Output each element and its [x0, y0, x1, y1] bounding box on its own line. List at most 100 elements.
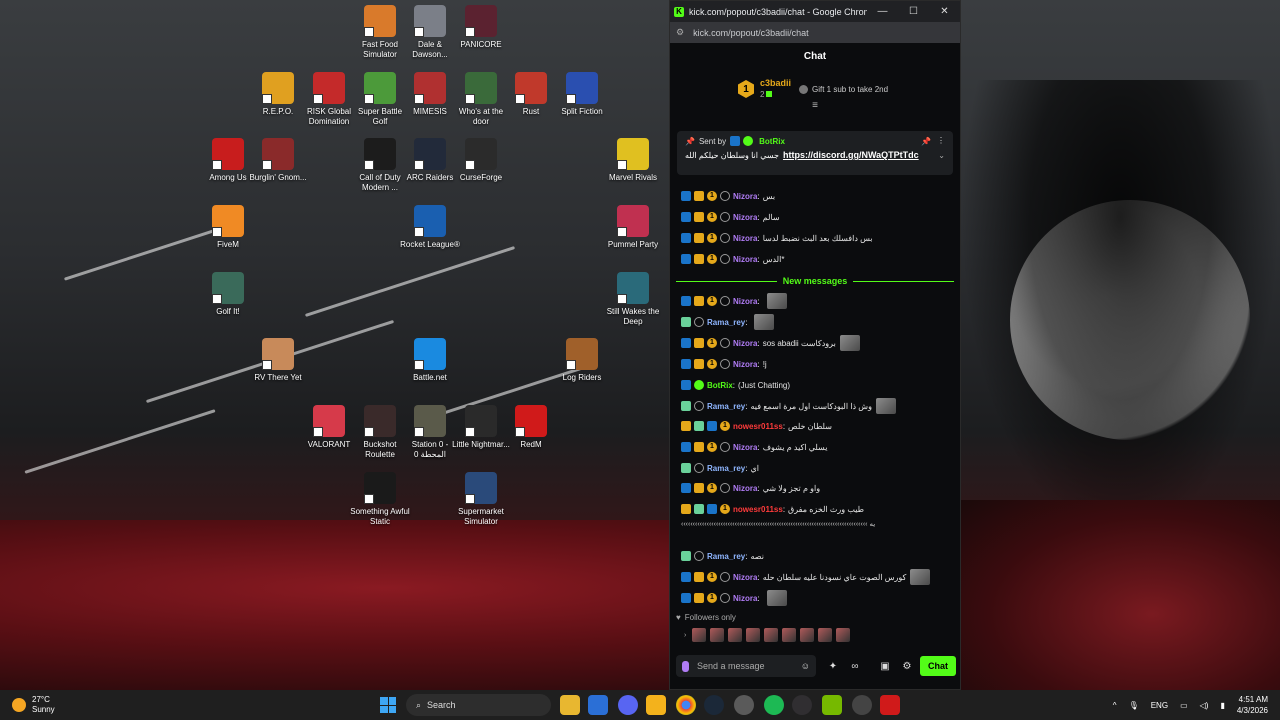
- network-icon[interactable]: ▭: [1180, 701, 1188, 710]
- chat-message: Rama_rey:: [681, 314, 775, 330]
- weather-widget[interactable]: 27°C Sunny: [12, 695, 55, 715]
- battery-icon[interactable]: ▮: [1220, 701, 1224, 710]
- username[interactable]: Rama_rey: [707, 464, 745, 473]
- send-chat-button[interactable]: Chat: [920, 656, 956, 676]
- volume-icon[interactable]: ◁): [1200, 701, 1209, 710]
- chevron-down-icon[interactable]: ⌄: [938, 151, 945, 160]
- discord-icon[interactable]: [618, 695, 638, 715]
- emoji-icon[interactable]: ☺: [801, 661, 810, 671]
- username[interactable]: nowesr011ss: [733, 422, 783, 431]
- quick-emote[interactable]: [746, 628, 761, 642]
- quick-emote[interactable]: [710, 628, 725, 642]
- badge-icon: 1: [707, 212, 717, 222]
- settings-app-icon[interactable]: [734, 695, 754, 715]
- mic-tray-icon[interactable]: 🎙: [1129, 701, 1139, 710]
- gift-sub-prompt[interactable]: Gift 1 sub to take 2nd: [799, 84, 888, 94]
- badge-icon: [720, 572, 730, 582]
- desktop-icon[interactable]: Marvel Rivals: [603, 138, 663, 183]
- desktop-icon-label: Among Us: [209, 173, 247, 182]
- steam-icon[interactable]: [704, 695, 724, 715]
- username[interactable]: Rama_rey: [707, 552, 745, 561]
- collapse-handle-icon[interactable]: ≡: [670, 101, 960, 111]
- mic-icon[interactable]: [682, 660, 689, 672]
- top-gifter[interactable]: c3badii 2: [760, 78, 791, 100]
- username[interactable]: Rama_rey: [707, 318, 745, 327]
- desktop-icon[interactable]: Split Fiction: [552, 72, 612, 117]
- crown-icon: [694, 212, 704, 222]
- chevron-up-icon[interactable]: ^: [1113, 701, 1117, 710]
- gift-icon[interactable]: ▣: [876, 661, 894, 672]
- username[interactable]: Nizora: [733, 443, 757, 452]
- taskbar-search[interactable]: ⌕ Search: [406, 694, 551, 716]
- desktop-icon[interactable]: Battle.net: [400, 338, 460, 383]
- close-button[interactable]: ✕: [929, 6, 960, 17]
- store-icon[interactable]: [588, 695, 608, 715]
- settings-icon[interactable]: ⚙: [898, 661, 916, 672]
- desktop-icon[interactable]: PANICORE: [451, 5, 511, 50]
- badge-icon: [720, 593, 730, 603]
- quick-emote[interactable]: [728, 628, 743, 642]
- language-indicator[interactable]: ENG: [1151, 701, 1168, 710]
- clock[interactable]: 4:51 AM 4/3/2026: [1237, 694, 1268, 716]
- quick-emote[interactable]: [692, 628, 707, 642]
- username[interactable]: Nizora: [733, 234, 757, 243]
- more-options-icon[interactable]: ⋮: [937, 136, 945, 145]
- badge-icon: [681, 191, 691, 201]
- chat-messages[interactable]: 1 Nizora: بس 1 Nizora: سالم 1 Nizora: بس دافسل…: [670, 119, 960, 609]
- quick-emote[interactable]: [818, 628, 833, 642]
- desktop-icon[interactable]: Log Riders: [552, 338, 612, 383]
- red-app-icon[interactable]: [880, 695, 900, 715]
- pinned-link[interactable]: https://discord.gg/NWaQTPtTdc: [783, 150, 919, 160]
- username[interactable]: Nizora: [733, 297, 757, 306]
- desktop-icon[interactable]: Burglin' Gnom...: [248, 138, 308, 183]
- site-info-icon[interactable]: ⚙: [676, 27, 684, 38]
- username[interactable]: Nizora: [733, 213, 757, 222]
- username[interactable]: Nizora: [733, 594, 757, 603]
- desktop-icon-label: Rocket League®: [400, 240, 460, 249]
- chat-input[interactable]: Send a message ☺: [676, 655, 816, 677]
- emote-bar-chevron-icon[interactable]: ›: [684, 632, 686, 639]
- username[interactable]: BotRix: [707, 381, 733, 390]
- desktop-icon[interactable]: CurseForge: [451, 138, 511, 183]
- chat-input-placeholder: Send a message: [697, 661, 765, 671]
- window-titlebar[interactable]: K kick.com/popout/c3badii/chat - Google …: [670, 1, 960, 22]
- maximize-button[interactable]: ☐: [898, 6, 929, 17]
- spotify-icon[interactable]: [764, 695, 784, 715]
- quick-emote[interactable]: [800, 628, 815, 642]
- gear-app-icon[interactable]: [852, 695, 872, 715]
- address-bar[interactable]: ⚙ kick.com/popout/c3badii/chat: [670, 22, 960, 43]
- unpin-icon[interactable]: 📌: [921, 137, 931, 146]
- nvidia-icon[interactable]: [822, 695, 842, 715]
- obs-icon[interactable]: [792, 695, 812, 715]
- username[interactable]: Nizora: [733, 360, 757, 369]
- username[interactable]: Nizora: [733, 484, 757, 493]
- desktop-icon[interactable]: Supermarket Simulator: [451, 472, 511, 527]
- username[interactable]: Nizora: [733, 192, 757, 201]
- time: 4:51 AM: [1238, 695, 1268, 704]
- chrome-icon[interactable]: [676, 695, 696, 715]
- quick-emote[interactable]: [782, 628, 797, 642]
- desktop-icon[interactable]: RV There Yet: [248, 338, 308, 383]
- username[interactable]: nowesr011ss: [733, 505, 783, 514]
- file-explorer-icon[interactable]: [560, 695, 580, 715]
- desktop-icon[interactable]: Pummel Party: [603, 205, 663, 250]
- desktop-icon[interactable]: Rocket League®: [400, 205, 460, 250]
- quick-emote[interactable]: [836, 628, 851, 642]
- username[interactable]: Nizora: [733, 573, 757, 582]
- pinned-sender[interactable]: BotRix: [759, 137, 785, 146]
- username[interactable]: Nizora: [733, 339, 757, 348]
- minimize-button[interactable]: —: [867, 6, 898, 17]
- desktop-icon[interactable]: Something Awful Static: [350, 472, 410, 527]
- desktop-icon[interactable]: Still Wakes the Deep: [603, 272, 663, 327]
- yellow-app-icon[interactable]: [646, 695, 666, 715]
- desktop-icon[interactable]: RedM: [501, 405, 561, 450]
- username[interactable]: Nizora: [733, 255, 757, 264]
- pinned-message[interactable]: 📌 Sent by BotRix 📌 ⋮ جسي انا وسلطان حيلك…: [677, 131, 953, 175]
- infinity-icon[interactable]: ∞: [846, 661, 864, 672]
- desktop-icon[interactable]: FiveM: [198, 205, 258, 250]
- start-button[interactable]: [380, 697, 396, 713]
- powerups-icon[interactable]: ✦: [824, 661, 842, 672]
- desktop-icon[interactable]: Golf It!: [198, 272, 258, 317]
- quick-emote[interactable]: [764, 628, 779, 642]
- username[interactable]: Rama_rey: [707, 402, 745, 411]
